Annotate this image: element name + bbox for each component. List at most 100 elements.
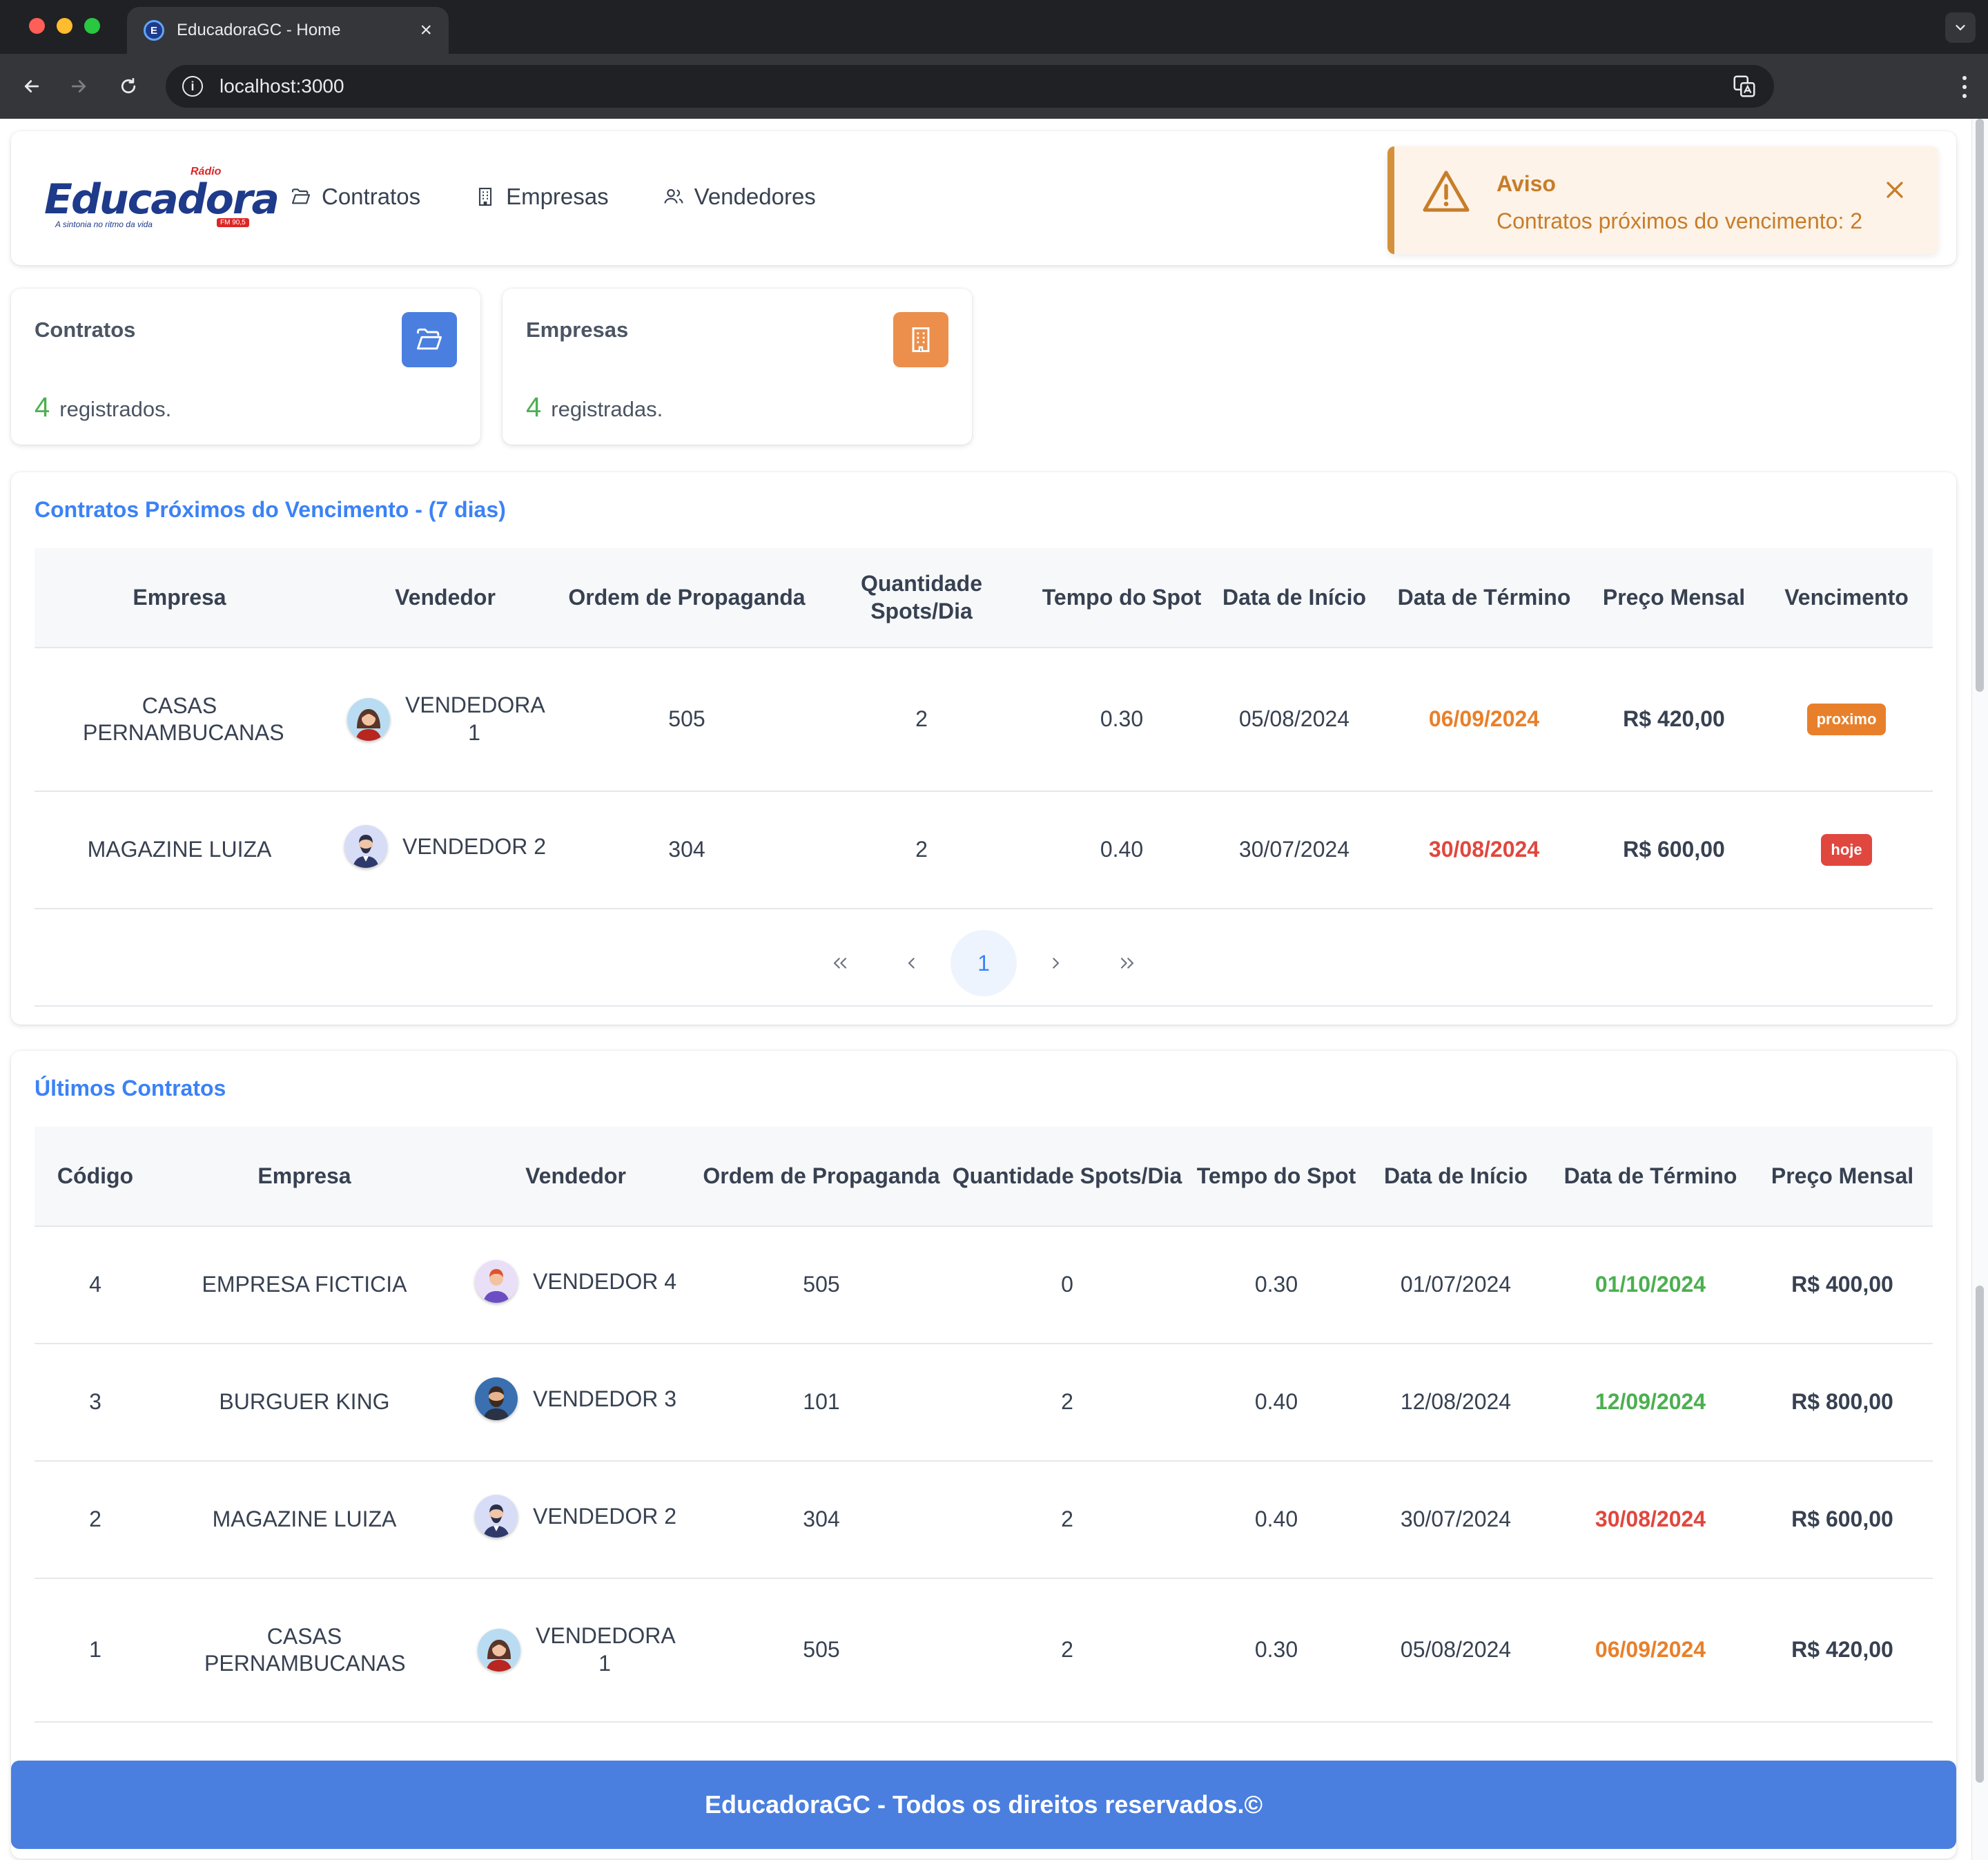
cell-tempo: 0.40	[1190, 1344, 1363, 1462]
cell-codigo: 4	[35, 1226, 156, 1344]
table-row[interactable]: 4 EMPRESA FICTICIA VENDEDOR 4 505 0 0.30	[35, 1226, 1933, 1344]
cell-vendedor: VENDEDOR 3	[453, 1344, 699, 1462]
minimize-window-button[interactable]	[57, 18, 72, 34]
cell-tempo: 0.30	[1190, 1226, 1363, 1344]
column-header[interactable]: Data de Término	[1549, 1127, 1752, 1227]
table-row[interactable]: MAGAZINE LUIZA VENDEDOR 2 304 2 0.40 30/…	[35, 791, 1933, 909]
folder-open-icon	[417, 328, 442, 350]
cell-ordem: 505	[699, 1226, 944, 1344]
column-header[interactable]: Quantidade Spots/Dia	[808, 548, 1035, 648]
last-page-button[interactable]	[1094, 930, 1160, 996]
column-header[interactable]: Código	[35, 1127, 156, 1227]
stat-card-contratos[interactable]: Contratos 4 registrados.	[11, 289, 480, 445]
close-icon[interactable]	[1883, 178, 1907, 202]
column-header[interactable]: Vencimento	[1760, 548, 1933, 648]
browser-toolbar: i localhost:3000	[0, 54, 1988, 119]
scrollbar-thumb[interactable]	[1976, 119, 1984, 692]
translate-icon[interactable]	[1731, 73, 1757, 99]
cell-spots: 2	[944, 1578, 1190, 1723]
cell-spots: 2	[808, 791, 1035, 909]
menu-label: Vendedores	[694, 184, 816, 209]
cell-vencimento: hoje	[1760, 791, 1933, 909]
column-header[interactable]: Preço Mensal	[1752, 1127, 1933, 1227]
footer: EducadoraGC - Todos os direitos reservad…	[11, 1761, 1956, 1849]
proximos-table: Empresa Vendedor Ordem de Propaganda Qua…	[35, 548, 1933, 909]
cell-termino: 12/09/2024	[1549, 1344, 1752, 1462]
navbar: Rádio Educadora A sintonia no ritmo da v…	[11, 131, 1956, 265]
cell-vencimento: proximo	[1760, 648, 1933, 792]
logo[interactable]: Rádio Educadora A sintonia no ritmo da v…	[44, 166, 280, 231]
cell-ordem: 101	[699, 1344, 944, 1462]
browser-tab[interactable]: E EducadoraGC - Home ×	[127, 7, 449, 54]
ultimos-section: Últimos Contratos Código Empresa Vendedo…	[11, 1051, 1956, 1859]
cell-termino: 30/08/2024	[1381, 791, 1588, 909]
column-header[interactable]: Ordem de Propaganda	[566, 548, 808, 648]
column-header[interactable]: Vendedor	[453, 1127, 699, 1227]
reload-button[interactable]	[113, 71, 144, 101]
cell-inicio: 30/07/2024	[1363, 1461, 1549, 1579]
address-bar[interactable]: i localhost:3000	[166, 65, 1774, 108]
table-row[interactable]: 1 CASAS PERNAMBUCANAS VENDEDORA 1 505 2 …	[35, 1578, 1933, 1723]
cell-codigo: 3	[35, 1344, 156, 1462]
section-title: Contratos Próximos do Vencimento - (7 di…	[35, 497, 506, 522]
cell-preco: R$ 600,00	[1588, 791, 1760, 909]
column-header[interactable]: Empresa	[35, 548, 324, 648]
column-header[interactable]: Vendedor	[324, 548, 566, 648]
stat-count: 4	[526, 392, 542, 423]
cell-empresa: MAGAZINE LUIZA	[35, 791, 324, 909]
cell-empresa: CASAS PERNAMBUCANAS	[35, 648, 324, 792]
menu-item-empresas[interactable]: Empresas	[474, 184, 609, 210]
avatar	[474, 1495, 518, 1538]
stat-card-empresas[interactable]: Empresas 4 registradas.	[503, 289, 972, 445]
cell-preco: R$ 400,00	[1752, 1226, 1933, 1344]
page-scrollbar[interactable]	[1971, 119, 1988, 1860]
column-header[interactable]: Quantidade Spots/Dia	[944, 1127, 1190, 1227]
column-header[interactable]: Data de Início	[1363, 1127, 1549, 1227]
cell-inicio: 05/08/2024	[1363, 1578, 1549, 1723]
column-header[interactable]: Tempo do Spot	[1190, 1127, 1363, 1227]
column-header[interactable]: Tempo do Spot	[1035, 548, 1208, 648]
table-row[interactable]: 2 MAGAZINE LUIZA VENDEDOR 2 304 2 0.40 3…	[35, 1461, 1933, 1579]
cell-vendedor: VENDEDORA 1	[453, 1578, 699, 1723]
cell-vendedor: VENDEDOR 2	[324, 791, 566, 909]
stat-line: 4 registrados.	[35, 392, 171, 423]
cell-termino: 06/09/2024	[1381, 648, 1588, 792]
column-header[interactable]: Empresa	[156, 1127, 453, 1227]
column-header[interactable]: Ordem de Propaganda	[699, 1127, 944, 1227]
forward-button[interactable]	[64, 71, 94, 101]
cell-tempo: 0.30	[1190, 1578, 1363, 1723]
seller-name: VENDEDOR 3	[532, 1386, 677, 1411]
stat-count: 4	[35, 392, 50, 423]
column-header[interactable]: Data de Término	[1381, 548, 1588, 648]
first-page-button[interactable]	[807, 930, 873, 996]
cell-ordem: 304	[566, 791, 808, 909]
status-badge: proximo	[1806, 703, 1887, 736]
cell-tempo: 0.40	[1035, 791, 1208, 909]
page-button-current[interactable]: 1	[951, 930, 1017, 996]
tab-close-icon[interactable]: ×	[420, 20, 432, 41]
stat-title: Contratos	[35, 318, 136, 342]
building-icon	[912, 327, 930, 352]
person-avatar-icon	[474, 1260, 518, 1304]
tab-search-button[interactable]	[1945, 12, 1976, 43]
close-window-button[interactable]	[29, 18, 45, 34]
browser-menu-button[interactable]	[1958, 73, 1971, 101]
scrollbar-thumb-secondary[interactable]	[1976, 1286, 1984, 1783]
cell-spots: 2	[808, 648, 1035, 792]
cell-empresa: CASAS PERNAMBUCANAS	[156, 1578, 453, 1723]
table-row[interactable]: 3 BURGUER KING VENDEDOR 3 101 2 0.40 12/…	[35, 1344, 1933, 1462]
back-button[interactable]	[17, 71, 47, 101]
column-header[interactable]: Data de Início	[1208, 548, 1381, 648]
maximize-window-button[interactable]	[84, 18, 100, 34]
column-header[interactable]: Preço Mensal	[1588, 548, 1760, 648]
menu-item-contratos[interactable]: Contratos	[290, 184, 420, 210]
cell-empresa: MAGAZINE LUIZA	[156, 1461, 453, 1579]
menu-item-vendedores[interactable]: Vendedores	[663, 184, 816, 210]
table-row[interactable]: CASAS PERNAMBUCANAS VENDEDORA 1 505 2 0.…	[35, 648, 1933, 792]
page-viewport: Rádio Educadora A sintonia no ritmo da v…	[0, 119, 1988, 1860]
previous-page-button[interactable]	[879, 930, 945, 996]
next-page-button[interactable]	[1022, 930, 1089, 996]
arrow-left-icon	[24, 80, 39, 93]
site-info-icon[interactable]: i	[182, 76, 203, 97]
seller-name: VENDEDOR 4	[532, 1268, 677, 1294]
